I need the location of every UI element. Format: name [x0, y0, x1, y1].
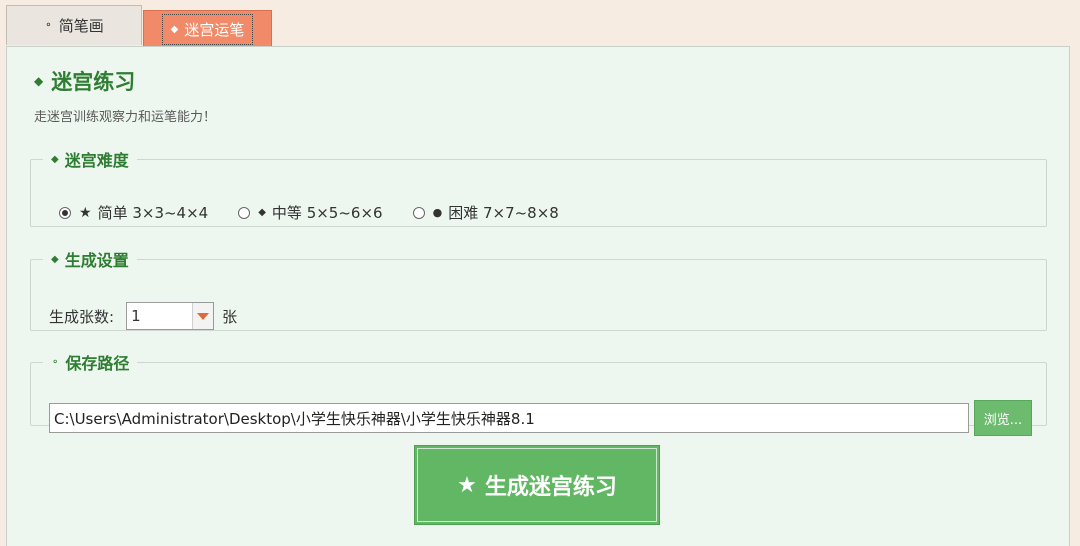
- generate-maze-button[interactable]: ★ 生成迷宫练习: [414, 445, 660, 525]
- generate-maze-label: 生成迷宫练习: [484, 475, 617, 500]
- difficulty-legend-text: 迷宫难度: [64, 151, 129, 170]
- diamond-icon: ◆: [258, 207, 266, 218]
- diamond-icon: ◆: [170, 24, 179, 35]
- save-path-legend-text: 保存路径: [65, 354, 130, 373]
- difficulty-options: ★ 简单 3×3~4×4 ◆ 中等 5×5~6×6 ● 困难 7×7~8×8: [59, 202, 589, 223]
- star-icon: ★: [79, 204, 92, 221]
- page-subtitle: 走迷宫训练观察力和运笔能力！: [34, 110, 217, 125]
- generate-settings-legend: ◆ 生成设置: [43, 247, 137, 271]
- circle-dot-icon: ⚬: [44, 20, 53, 31]
- diamond-icon: ◆: [34, 74, 44, 88]
- diamond-icon: ◆: [51, 253, 59, 265]
- radio-easy[interactable]: ★ 简单 3×3~4×4: [59, 202, 208, 223]
- path-row: 浏览...: [49, 400, 1032, 436]
- count-row: 生成张数: 1 张: [49, 302, 237, 330]
- difficulty-group: ◆ 迷宫难度 ★ 简单 3×3~4×4 ◆ 中等 5×5~6×6 ● 困难 7×…: [30, 147, 1047, 227]
- save-path-input[interactable]: [49, 403, 969, 433]
- radio-button[interactable]: [238, 206, 251, 219]
- maze-panel: ◆ 迷宫练习 走迷宫训练观察力和运笔能力！ ◆ 迷宫难度 ★ 简单 3×3~4×…: [6, 46, 1070, 546]
- tab-maze[interactable]: ◆ 迷宫运笔: [143, 10, 272, 48]
- radio-hard[interactable]: ● 困难 7×7~8×8: [412, 202, 559, 223]
- circle-dot-icon: ⚬: [51, 356, 60, 368]
- difficulty-legend: ◆ 迷宫难度: [43, 147, 137, 171]
- radio-label: 简单 3×3~4×4: [97, 204, 209, 222]
- page-title-text: 迷宫练习: [51, 70, 136, 94]
- radio-label: 困难 7×7~8×8: [448, 204, 559, 222]
- count-unit: 张: [222, 307, 238, 326]
- save-path-group: ⚬ 保存路径 浏览...: [30, 350, 1047, 436]
- page-title: ◆ 迷宫练习: [34, 66, 135, 96]
- tab-drawing[interactable]: ⚬ 简笔画: [6, 5, 142, 45]
- browse-button[interactable]: 浏览...: [974, 400, 1032, 436]
- star-icon: ★: [457, 472, 477, 498]
- radio-button[interactable]: [412, 206, 425, 219]
- diamond-icon: ◆: [51, 153, 59, 165]
- dot-icon: ●: [432, 206, 443, 219]
- chevron-down-icon: [197, 312, 210, 320]
- dropdown-button[interactable]: [192, 303, 214, 329]
- count-label: 生成张数:: [49, 307, 115, 326]
- tab-focus-box: ◆ 迷宫运笔: [161, 14, 254, 45]
- generate-settings-group: ◆ 生成设置 生成张数: 1 张: [30, 247, 1047, 331]
- radio-medium[interactable]: ◆ 中等 5×5~6×6: [238, 202, 383, 223]
- save-path-legend: ⚬ 保存路径: [43, 350, 137, 374]
- radio-label: 中等 5×5~6×6: [271, 204, 383, 222]
- generate-settings-legend-text: 生成设置: [64, 251, 129, 270]
- radio-button[interactable]: [59, 206, 71, 219]
- tab-label: 简笔画: [58, 17, 104, 35]
- count-value: 1: [131, 307, 141, 325]
- tab-label: 迷宫运笔: [184, 21, 245, 39]
- count-select[interactable]: 1: [126, 302, 215, 330]
